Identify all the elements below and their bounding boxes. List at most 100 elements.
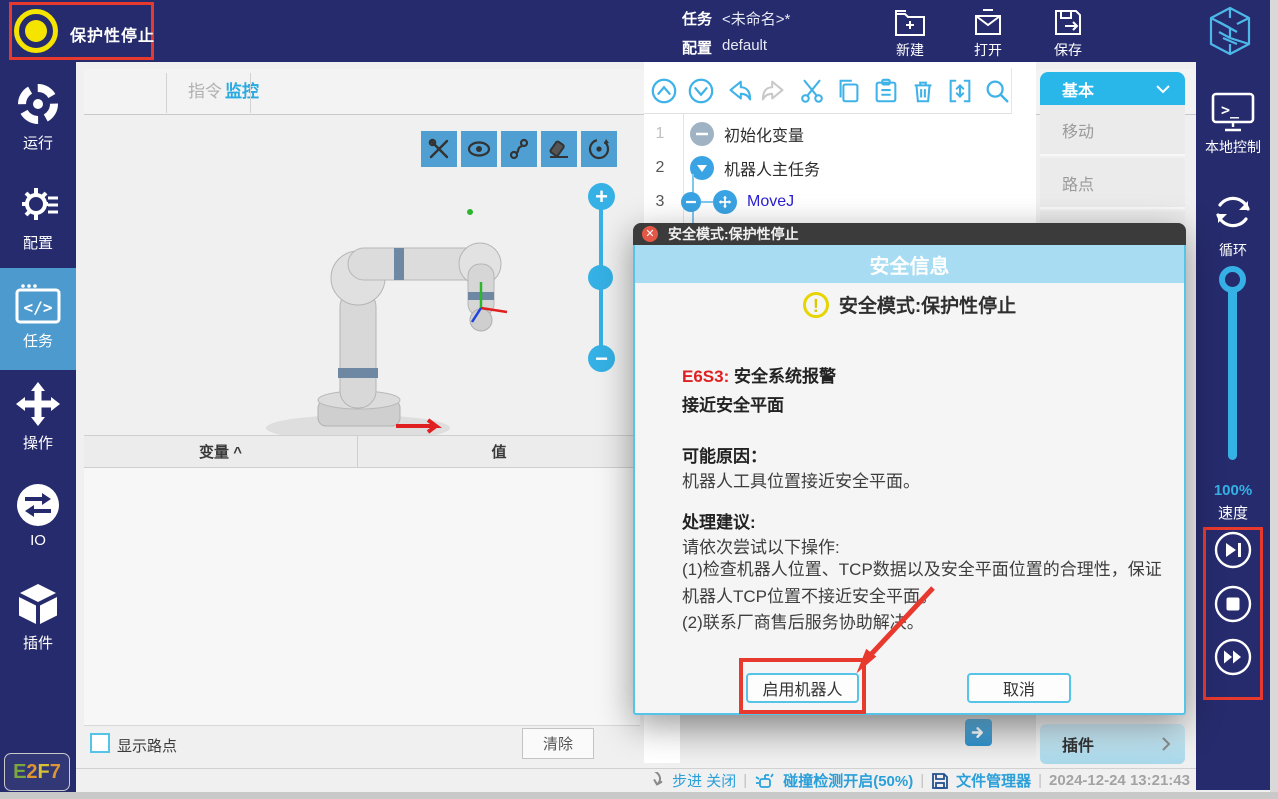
plugin-label-side: 插件 [0,632,76,653]
tree-row-init-variables[interactable]: 1 初始化变量 [644,117,1036,150]
loop-button[interactable]: 循环 [1196,187,1270,260]
view-path-button[interactable] [501,131,537,167]
collapsed-node-icon[interactable] [690,122,714,146]
clear-button[interactable]: 清除 [522,728,594,759]
tree-node-label: 初始化变量 [724,122,804,146]
collapse-node-icon[interactable] [681,192,701,212]
zoom-in-button[interactable]: + [588,183,615,210]
config-label-side: 配置 [0,232,76,253]
redo-icon[interactable] [761,76,789,106]
new-task-button[interactable]: 新建 [878,6,942,60]
undo-icon[interactable] [724,76,752,106]
datetime-display: 2024-12-24 13:21:43 [1049,772,1190,789]
view-erase-button[interactable] [541,131,577,167]
search-icon[interactable] [983,76,1011,106]
task-label-side: 任务 [0,330,76,351]
command-category-dropdown[interactable]: 基本 [1040,72,1185,105]
tree-connector [701,201,713,203]
command-item-waypoint[interactable]: 路点 [1040,158,1185,209]
value-column-header[interactable]: 值 [358,436,640,469]
speed-slider-track[interactable] [1228,290,1237,460]
cancel-button[interactable]: 取消 [967,673,1071,703]
eraser-icon [547,137,571,161]
variable-column-header[interactable]: 变量 ^ [84,436,357,469]
cause-label: 可能原因： [682,442,767,467]
line-number: 2 [644,159,676,177]
zoom-slider-handle[interactable] [588,265,613,290]
show-waypoints-checkbox[interactable] [90,733,110,753]
tab-divider [250,73,251,113]
local-control-button[interactable]: >_ 本地控制 [1196,90,1270,157]
sidebar-item-io[interactable]: IO [0,482,76,549]
dialog-banner: 安全信息 [635,245,1184,283]
close-icon[interactable]: ✕ [642,226,658,242]
task-label: 任务 [682,8,712,29]
copy-icon[interactable] [835,76,863,106]
sidebar-item-run[interactable]: 运行 [0,80,76,153]
io-icon [0,482,76,528]
plugin-panel-button[interactable]: 插件 [1040,724,1185,764]
delete-icon[interactable] [909,76,937,106]
show-waypoints-label: 显示路点 [117,735,177,756]
view-tools-button[interactable] [421,131,457,167]
local-control-label: 本地控制 [1196,137,1270,157]
continuous-run-button[interactable] [1213,637,1253,677]
open-label: 打开 [956,40,1020,60]
file-manager-link[interactable]: 文件管理器 [956,770,1031,791]
new-label: 新建 [878,40,942,60]
svg-text:</>: </> [24,298,53,317]
view-orbit-button[interactable] [581,131,617,167]
view-visibility-button[interactable] [461,131,497,167]
sidebar-item-task[interactable]: </> 任务 [0,268,76,370]
speed-slider-handle[interactable] [1219,266,1246,293]
variable-table-body [84,468,640,725]
jump-to-node-button[interactable] [965,719,992,746]
zoom-out-button[interactable]: − [588,345,615,372]
cut-icon[interactable] [798,76,826,106]
separator: | [743,772,747,789]
task-code-icon: </> [0,282,76,326]
eye-icon [466,136,492,162]
step-mode-status[interactable]: 步进 关闭 [672,770,736,791]
chevron-right-icon [1161,736,1171,752]
orbit-icon [586,136,612,162]
operate-label: 操作 [0,432,76,453]
move-up-icon[interactable] [650,76,678,106]
sidebar-item-config[interactable]: 配置 [0,180,76,253]
protective-stop-icon-dot [25,20,47,42]
task-name-value: <未命名>* [722,8,790,29]
sidebar-item-operate[interactable]: 操作 [0,380,76,453]
tree-row-movej[interactable]: 3 MoveJ [644,185,1036,218]
movej-icon[interactable] [713,190,737,214]
robot-3d-view[interactable] [180,200,540,445]
open-task-button[interactable]: 打开 [956,6,1020,60]
command-item-move[interactable]: 移动 [1040,105,1185,156]
safety-dialog: ✕ 安全模式:保护性停止 安全信息 ! 安全模式:保护性停止 E6S3: 安全系… [633,223,1186,715]
sidebar-item-plugin[interactable]: 插件 [0,580,76,653]
tree-row-main-task[interactable]: 2 机器人主任务 [644,151,1036,184]
save-task-button[interactable]: 保存 [1036,6,1100,60]
new-icon [878,6,942,38]
speed-percent: 100% [1196,482,1270,499]
stop-icon [1213,584,1253,624]
paste-icon[interactable] [872,76,900,106]
warning-text: 安全模式:保护性停止 [839,291,1016,318]
tab-monitor[interactable]: 监控 [201,69,283,115]
dialog-title: 安全模式:保护性停止 [668,224,799,244]
tree-node-label: MoveJ [747,193,794,211]
chevron-down-icon [1155,84,1171,94]
dialog-title-bar[interactable]: ✕ 安全模式:保护性停止 [633,223,1186,245]
step-mode-icon [645,772,665,790]
save-label: 保存 [1036,40,1100,60]
warning-icon: ! [803,292,829,318]
collision-detection-status[interactable]: 碰撞检测开启(50%) [783,770,913,791]
robot-status-label: 保护性停止 [70,22,155,46]
step-run-button[interactable] [1213,530,1253,570]
replace-icon[interactable] [946,76,974,106]
error-code: E6S3: [682,367,729,386]
move-down-icon[interactable] [687,76,715,106]
io-label: IO [0,532,76,549]
category-label: 基本 [1062,77,1094,101]
stop-button[interactable] [1213,584,1253,624]
open-icon [956,6,1020,38]
